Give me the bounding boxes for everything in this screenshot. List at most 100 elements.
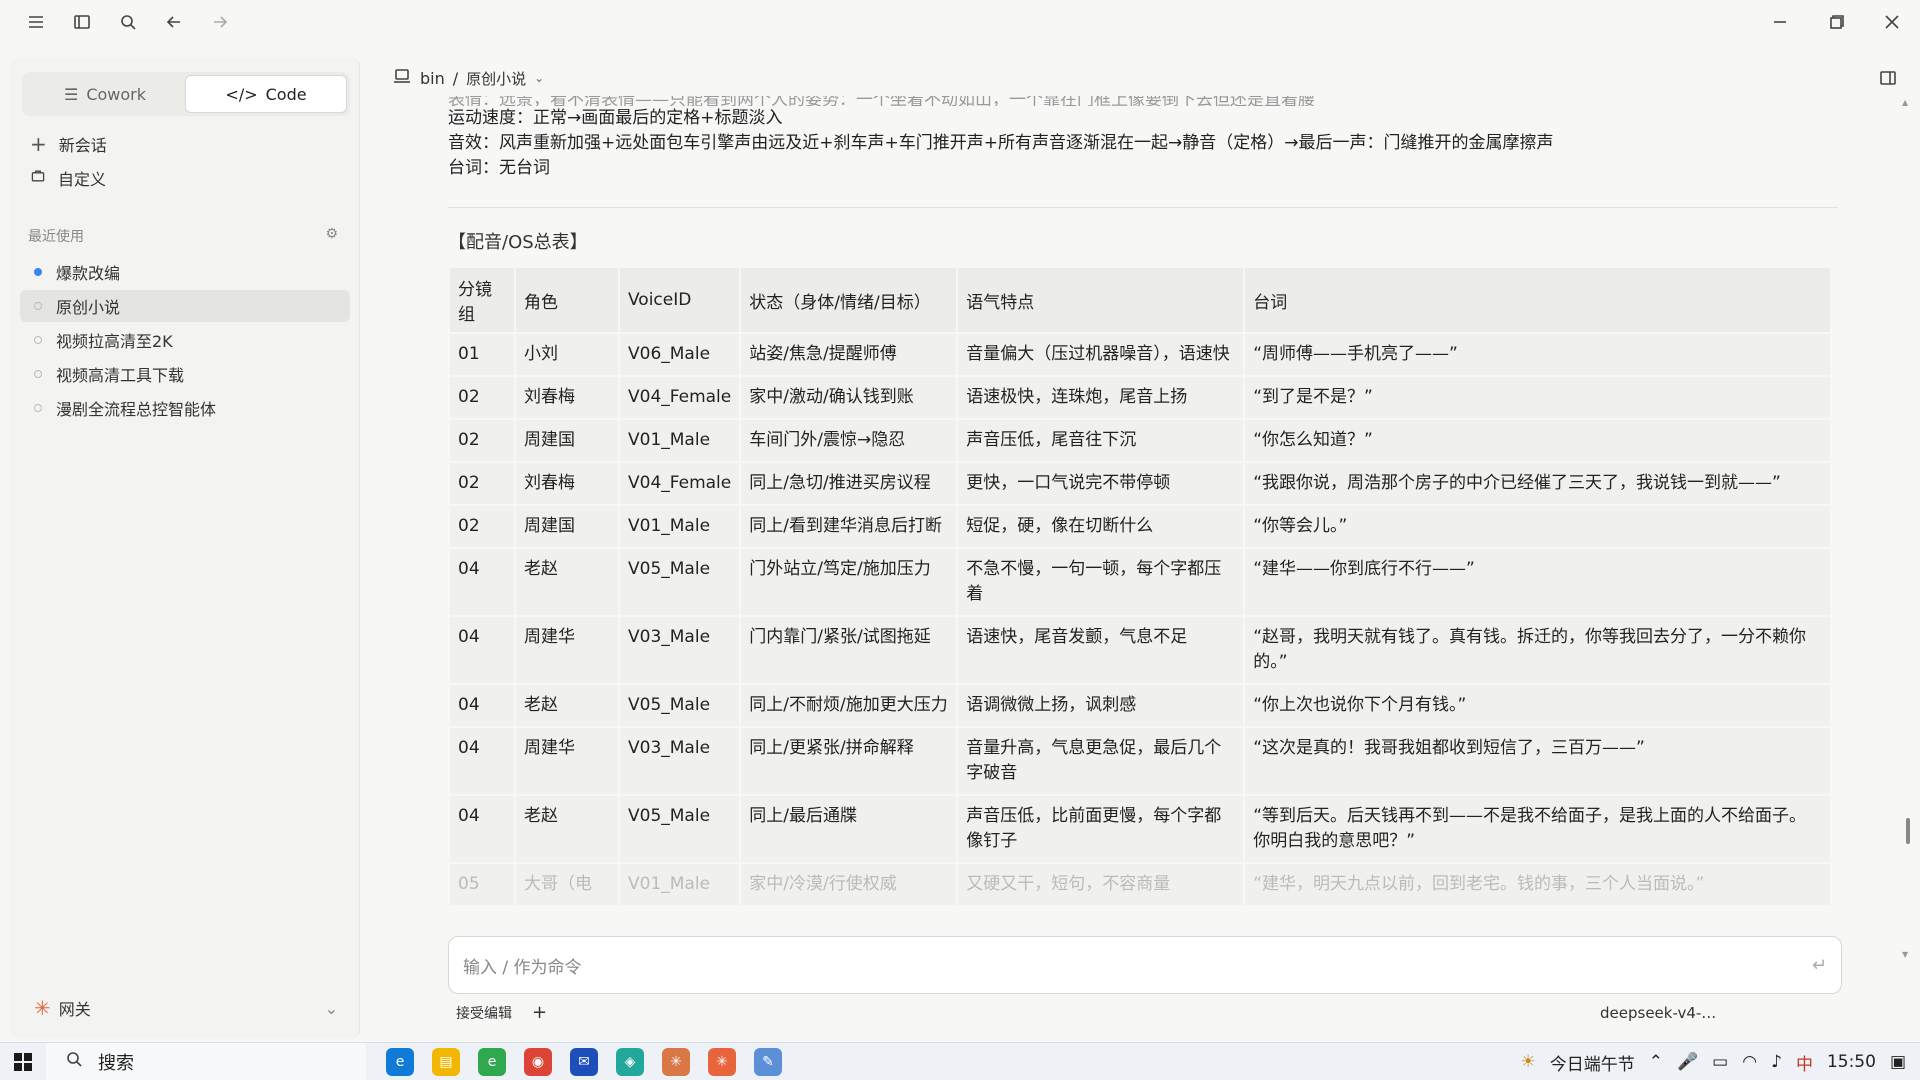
divider bbox=[448, 207, 1838, 208]
col-header: 分镜组 bbox=[450, 268, 514, 332]
table-cell: 又硬又干，短句，不容商量 bbox=[958, 864, 1244, 905]
table-cell: 01 bbox=[450, 334, 514, 375]
table-cell: “你怎么知道？” bbox=[1245, 420, 1830, 461]
table-row: 02 周建国 V01_Male 车间门外/震惊→隐忍 声音压低，尾音往下沉 “你… bbox=[450, 420, 1830, 461]
gateway-label: 网关 bbox=[58, 1000, 91, 1019]
taskbar-search[interactable]: 搜索 bbox=[46, 1042, 366, 1080]
edge-icon[interactable]: e bbox=[386, 1047, 414, 1076]
notification-icon[interactable]: ▣ bbox=[1890, 1052, 1906, 1072]
table-cell: “到了是不是？” bbox=[1245, 377, 1830, 418]
claude-active-icon[interactable]: ✳ bbox=[708, 1047, 736, 1076]
back-icon[interactable] bbox=[162, 10, 186, 34]
filter-icon[interactable]: ⚙ bbox=[325, 226, 338, 246]
breadcrumb-root: bin bbox=[420, 68, 445, 88]
add-button[interactable]: + bbox=[532, 1002, 547, 1023]
mode-cowork-label: Cowork bbox=[86, 84, 147, 104]
model-selector[interactable]: deepseek-v4-… bbox=[1600, 1004, 1716, 1022]
table-cell: “等到后天。后天钱再不到——不是我不给面子，是我上面的人不给面子。你明白我的意思… bbox=[1245, 796, 1830, 862]
table-cell: 音量升高，气息更急促，最后几个字破音 bbox=[958, 728, 1244, 794]
wifi-icon[interactable]: ◠ bbox=[1742, 1052, 1757, 1072]
scroll-up-icon[interactable]: ▲ bbox=[1902, 98, 1912, 107]
table-cell: 周建国 bbox=[516, 420, 618, 461]
table-cell: V05_Male bbox=[620, 549, 740, 615]
recent-item[interactable]: 爆款改编 bbox=[20, 256, 350, 288]
mic-icon[interactable]: 🎤 bbox=[1677, 1052, 1698, 1072]
menu-icon[interactable] bbox=[24, 10, 48, 34]
chevron-down-icon: ⌄ bbox=[324, 998, 338, 1018]
breadcrumb-current: 原创小说 bbox=[466, 69, 527, 88]
recent-item-label: 漫剧全流程总控智能体 bbox=[56, 400, 217, 419]
table-row: 02 刘春梅 V04_Female 同上/急切/推进买房议程 更快，一口气说完不… bbox=[450, 463, 1830, 504]
sfx-line: 音效：风声重新加强+远处面包车引擎声由远及近+刹车声+车门推开声+所有声音逐渐混… bbox=[448, 133, 1554, 153]
windows-start-icon[interactable] bbox=[0, 1052, 46, 1072]
enter-icon[interactable]: ↵ bbox=[1812, 955, 1827, 976]
breadcrumb[interactable]: bin / 原创小说 ⌄ bbox=[392, 66, 544, 90]
status-dot bbox=[34, 370, 42, 378]
briefcase-icon bbox=[30, 168, 46, 188]
ime-label[interactable]: 中 bbox=[1796, 1050, 1813, 1075]
table-cell: 同上/更紧张/拼命解释 bbox=[741, 728, 957, 794]
table-cell: 声音压低，比前面更慢，每个字都像钉子 bbox=[958, 796, 1244, 862]
sidebar-icon[interactable] bbox=[70, 10, 94, 34]
prompt-input[interactable]: 输入 / 作为命令 ↵ bbox=[448, 936, 1842, 994]
recent-item[interactable]: 视频高清工具下载 bbox=[20, 358, 350, 390]
explorer-icon[interactable]: ▤ bbox=[432, 1047, 460, 1076]
panel-toggle-icon[interactable] bbox=[1878, 68, 1898, 92]
status-dot bbox=[34, 268, 42, 276]
table-cell: 语调微微上扬，讽刺感 bbox=[958, 685, 1244, 726]
table-cell: V03_Male bbox=[620, 617, 740, 683]
table-cell: “建华，明天九点以前，回到老宅。钱的事，三个人当面说。” bbox=[1245, 864, 1830, 905]
clock[interactable]: 15:50 bbox=[1827, 1052, 1876, 1072]
search-icon[interactable] bbox=[116, 10, 140, 34]
taskbar-apps: e ▤ e ◉ ✉ ◈ ✳ ✳ ✎ bbox=[386, 1047, 782, 1076]
status-dot bbox=[34, 336, 42, 344]
volume-icon[interactable]: ♪ bbox=[1771, 1052, 1782, 1072]
table-cell: “你等会儿。” bbox=[1245, 506, 1830, 547]
taskbar-search-label: 搜索 bbox=[98, 1052, 134, 1074]
chrome-icon[interactable]: ◉ bbox=[524, 1047, 552, 1076]
notepad-icon[interactable]: ✎ bbox=[754, 1047, 782, 1076]
recent-item-label: 爆款改编 bbox=[56, 264, 121, 283]
mode-code[interactable]: </> Code bbox=[185, 75, 347, 113]
browser-icon[interactable]: e bbox=[478, 1047, 506, 1076]
table-cell: 04 bbox=[450, 685, 514, 726]
chevron-up-icon[interactable]: ⌃ bbox=[1649, 1052, 1663, 1072]
close-icon[interactable] bbox=[1864, 0, 1920, 44]
customize-button[interactable]: 自定义 bbox=[30, 166, 106, 190]
scroll-thumb[interactable] bbox=[1906, 818, 1910, 844]
restore-icon[interactable] bbox=[1808, 0, 1864, 44]
scroll-down-icon[interactable]: ▼ bbox=[1902, 950, 1912, 959]
table-cell: 02 bbox=[450, 420, 514, 461]
table-cell: 不急不慢，一句一顿，每个字都压着 bbox=[958, 549, 1244, 615]
composer-toolbar: 接受编辑 + bbox=[456, 1002, 547, 1023]
table-cell: 老赵 bbox=[516, 685, 618, 726]
table-cell: 语速快，尾音发颤，气息不足 bbox=[958, 617, 1244, 683]
weather-text[interactable]: 今日端午节 bbox=[1550, 1050, 1635, 1075]
table-header: 分镜组 角色 VoiceID 状态（身体/情绪/目标） 语气特点 台词 bbox=[450, 268, 1830, 332]
app-icon[interactable]: ✉ bbox=[570, 1047, 598, 1076]
table-cell: 04 bbox=[450, 728, 514, 794]
table-cell: V05_Male bbox=[620, 796, 740, 862]
accept-edits-button[interactable]: 接受编辑 bbox=[456, 1003, 512, 1023]
app2-icon[interactable]: ◈ bbox=[616, 1047, 644, 1076]
table-cell: 周建华 bbox=[516, 728, 618, 794]
recent-item[interactable]: 原创小说 bbox=[20, 290, 350, 322]
scrollbar[interactable]: ▲ ▼ bbox=[1902, 98, 1912, 959]
forward-icon[interactable] bbox=[208, 10, 232, 34]
table-cell: V04_Female bbox=[620, 377, 740, 418]
table-cell: 家中/冷漠/行使权威 bbox=[741, 864, 957, 905]
table-cell: 周建国 bbox=[516, 506, 618, 547]
mode-cowork[interactable]: ☰ Cowork bbox=[25, 75, 185, 113]
recent-item[interactable]: 漫剧全流程总控智能体 bbox=[20, 392, 350, 424]
table-cell: 02 bbox=[450, 506, 514, 547]
minimize-icon[interactable] bbox=[1752, 0, 1808, 44]
search-icon bbox=[64, 1049, 84, 1074]
table-cell: V05_Male bbox=[620, 685, 740, 726]
new-chat-button[interactable]: + 新会话 bbox=[30, 132, 107, 156]
battery-icon[interactable]: ▭ bbox=[1712, 1052, 1728, 1072]
table-cell: 04 bbox=[450, 549, 514, 615]
gateway-selector[interactable]: ✳ 网关 ⌄ bbox=[22, 996, 350, 1020]
recent-item[interactable]: 视频拉高清至2K bbox=[20, 324, 350, 356]
claude-icon[interactable]: ✳ bbox=[662, 1047, 690, 1076]
table-cell: 同上/看到建华消息后打断 bbox=[741, 506, 957, 547]
